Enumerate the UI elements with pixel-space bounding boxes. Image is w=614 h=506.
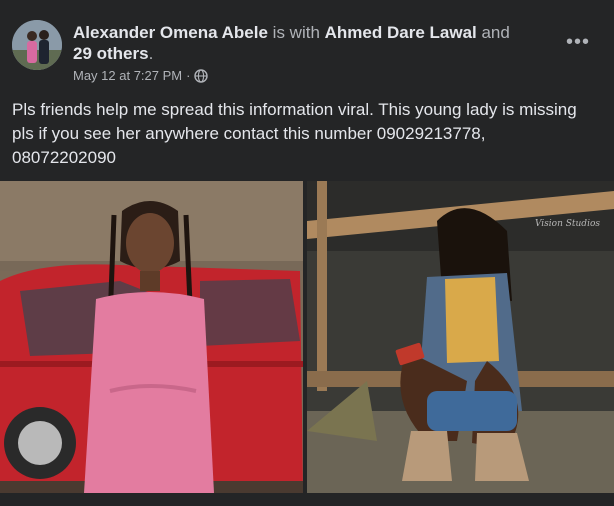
tagged-friend-link[interactable]: Ahmed Dare Lawal <box>325 23 477 42</box>
avatar-image <box>12 20 62 70</box>
post-text-line: 08072202090 <box>12 148 117 167</box>
author-name-link[interactable]: Alexander Omena Abele <box>73 23 268 42</box>
post-meta: May 12 at 7:27 PM · <box>73 68 209 83</box>
post-body-text: Pls friends help me spread this informat… <box>12 98 602 170</box>
photo-watermark: Vision Studios <box>534 219 600 229</box>
with-text: is with <box>267 23 325 42</box>
photo-girl-sitting[interactable]: Vision Studios <box>307 181 614 493</box>
globe-icon <box>194 68 209 83</box>
post-header: Alexander Omena Abele is with Ahmed Dare… <box>12 18 602 88</box>
feed-post: Alexander Omena Abele is with Ahmed Dare… <box>0 0 614 506</box>
period-text: . <box>148 44 154 63</box>
photo-girl-pink-dress[interactable] <box>0 181 303 493</box>
post-footer-edge <box>0 493 614 506</box>
post-timestamp-link[interactable]: May 12 at 7:27 PM <box>73 68 182 83</box>
post-text-line: Pls friends help me spread this informat… <box>12 100 577 119</box>
more-options-icon[interactable]: ••• <box>560 30 596 54</box>
post-text-line: pls if you see her anywhere contact this… <box>12 124 486 143</box>
others-link[interactable]: 29 others <box>73 44 149 63</box>
and-text: and <box>476 23 510 42</box>
meta-separator: · <box>186 68 191 83</box>
post-photo-grid: Vision Studios <box>0 181 614 493</box>
author-avatar[interactable] <box>12 20 62 70</box>
post-author-line: Alexander Omena Abele is with Ahmed Dare… <box>73 22 533 64</box>
